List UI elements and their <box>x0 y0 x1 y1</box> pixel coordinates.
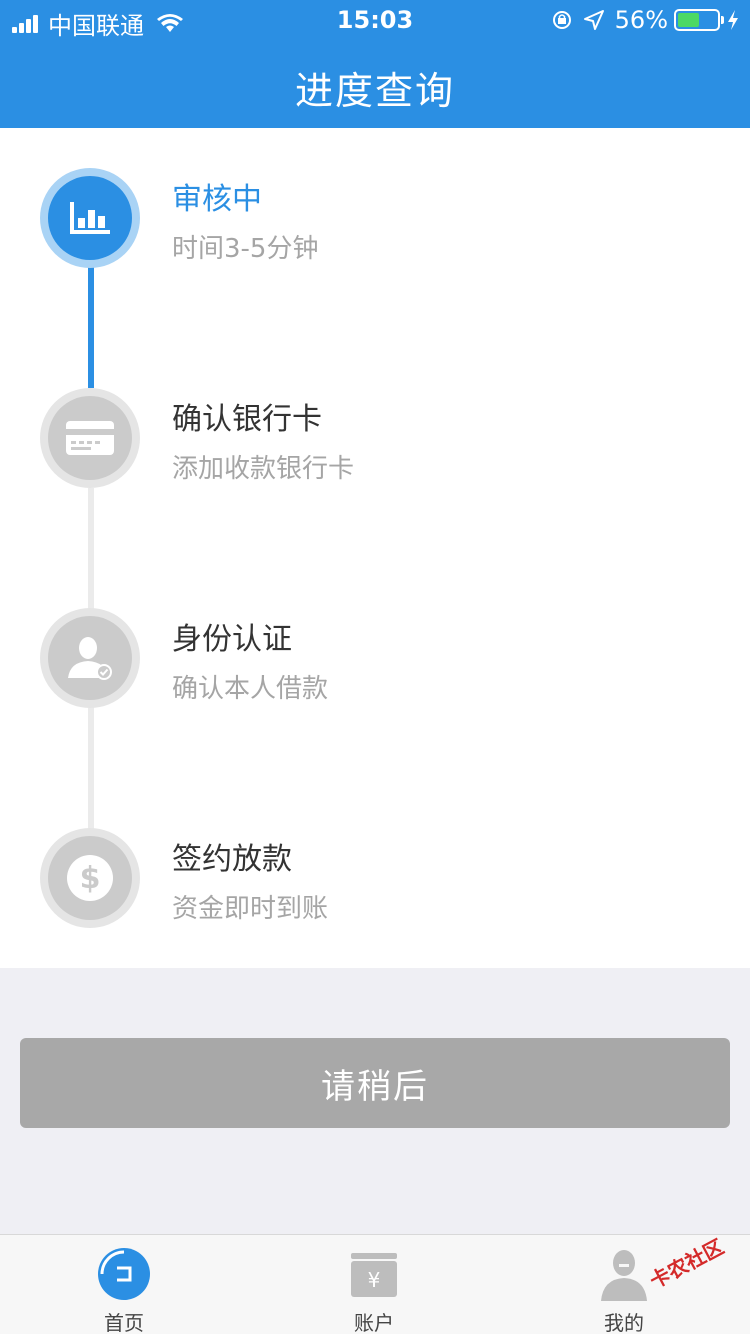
svg-text:¥: ¥ <box>368 1268 381 1292</box>
step-subtitle: 资金即时到账 <box>172 894 329 924</box>
step-circle <box>40 168 140 268</box>
profile-icon <box>601 1250 647 1301</box>
tab-bar: 首页 ¥ 账户 我的 <box>0 1234 750 1334</box>
step-subtitle: 确认本人借款 <box>172 674 329 704</box>
step-title: 签约放款 <box>172 842 292 877</box>
status-right: 56% <box>551 6 740 34</box>
step-sign-loan: $ 签约放款 资金即时到账 <box>0 828 750 948</box>
step-bank-card: 确认银行卡 添加收款银行卡 <box>0 388 750 508</box>
progress-steps: 审核中 时间3-5分钟 确认银行卡 添加收款银行卡 身份认证 确认本人借款 $ … <box>0 128 750 968</box>
page-title: 进度查询 <box>294 69 455 113</box>
step-identity: 身份认证 确认本人借款 <box>0 608 750 728</box>
step-icon-bg <box>48 616 132 700</box>
battery-icon <box>674 9 724 31</box>
please-wait-button[interactable]: 请稍后 <box>20 1038 730 1128</box>
user-verify-icon <box>68 637 112 680</box>
tab-home[interactable]: 首页 <box>49 1235 199 1334</box>
charging-icon <box>728 10 738 30</box>
rotation-lock-icon <box>552 11 571 29</box>
tab-label: 账户 <box>354 1311 394 1334</box>
step-review: 审核中 时间3-5分钟 <box>0 168 750 288</box>
step-circle <box>40 388 140 488</box>
wallet-icon: ¥ <box>351 1253 397 1297</box>
step-title: 身份认证 <box>172 622 292 657</box>
step-title: 确认银行卡 <box>172 402 322 437</box>
step-icon-bg <box>48 176 132 260</box>
step-title: 审核中 <box>172 182 262 217</box>
step-icon-bg: $ <box>48 836 132 920</box>
location-arrow-icon <box>583 10 604 30</box>
svg-text:$: $ <box>80 861 101 896</box>
dollar-icon: $ <box>67 855 113 901</box>
tab-label: 首页 <box>104 1311 144 1334</box>
step-subtitle: 时间3-5分钟 <box>172 234 319 264</box>
bank-card-icon <box>66 421 114 455</box>
tab-label: 我的 <box>604 1311 644 1334</box>
tab-account[interactable]: ¥ 账户 <box>299 1235 449 1334</box>
home-icon <box>98 1248 150 1300</box>
header: 中国联通 15:03 56% 进度查询 <box>0 0 750 128</box>
step-icon-bg <box>48 396 132 480</box>
step-circle <box>40 608 140 708</box>
bar-chart-icon <box>70 202 110 234</box>
step-subtitle: 添加收款银行卡 <box>172 454 355 484</box>
battery-percent: 56% <box>614 6 668 34</box>
battery-fill <box>678 13 700 27</box>
status-bar: 中国联通 15:03 56% <box>0 0 750 40</box>
step-circle: $ <box>40 828 140 928</box>
